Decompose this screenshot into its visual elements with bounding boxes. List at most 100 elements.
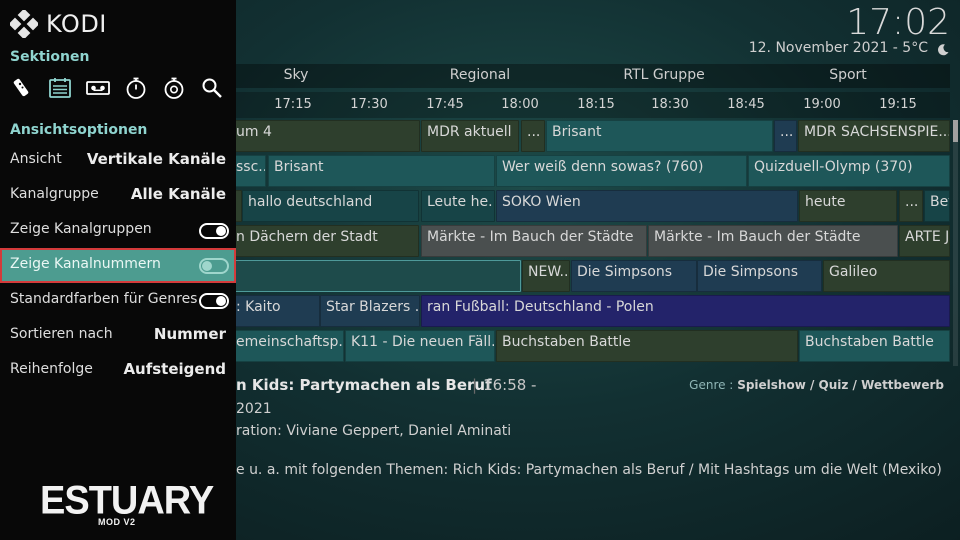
genre-label: Genre : — [689, 378, 734, 392]
option-label: Standardfarben für Genres — [10, 291, 198, 307]
epg-programme[interactable]: ... — [521, 120, 545, 152]
genre-value: Spielshow / Quiz / Wettbewerb — [737, 378, 944, 392]
toggle-switch-on[interactable] — [199, 223, 229, 239]
timeline-label: 17:30 — [350, 97, 388, 112]
option-show-channel-groups[interactable]: Zeige Kanalgruppen — [0, 213, 236, 248]
channel-group-label[interactable]: Sky — [284, 67, 309, 83]
epg-programme[interactable]: MDR SACHSENSPIE... — [798, 120, 950, 152]
option-value: Vertikale Kanäle — [86, 150, 226, 168]
epg-programme[interactable]: Märkte - Im Bauch der Städte — [648, 225, 898, 257]
epg-programme[interactable]: n Dächern der Stadt — [236, 225, 419, 257]
timeline-label: 18:30 — [651, 97, 689, 112]
epg-grid: um 4 MDR aktuell ... Brisant ... MDR SAC… — [236, 120, 950, 366]
epg-programme[interactable]: ... — [899, 190, 923, 222]
toggle-knob — [216, 296, 226, 306]
epg-programme[interactable]: ssc... — [236, 155, 266, 187]
epg-programme[interactable]: Wer weiß denn sowas? (760) — [496, 155, 747, 187]
option-label: Kanalgruppe — [10, 186, 99, 202]
option-label: Reihenfolge — [10, 361, 93, 377]
epg-programme[interactable]: Bet — [924, 190, 950, 222]
sections-heading: Sektionen — [10, 49, 90, 65]
option-value: Aufsteigend — [123, 360, 226, 378]
option-channel-group[interactable]: Kanalgruppe Alle Kanäle — [0, 178, 236, 213]
estuary-skin-logo: ESTUARY MOD V2 — [40, 479, 214, 527]
epg-programme[interactable]: Die Simpsons — [571, 260, 697, 292]
epg-programme-selected[interactable] — [236, 260, 521, 292]
option-value: Alle Kanäle — [130, 185, 226, 203]
timeline-label: 18:00 — [501, 97, 539, 112]
channel-group-bar: Sky Regional RTL Gruppe Sport — [236, 64, 950, 88]
epg-scrollbar-thumb[interactable] — [953, 120, 958, 142]
epg-programme[interactable]: Quizduell-Olymp (370) — [748, 155, 950, 187]
epg-programme[interactable]: Brisant — [546, 120, 773, 152]
epg-programme[interactable]: Star Blazers ... — [320, 295, 420, 327]
guide-icon[interactable] — [48, 76, 72, 100]
timeline-label: 19:00 — [803, 97, 841, 112]
option-label: Sortieren nach — [10, 326, 113, 342]
toggle-switch-off[interactable] — [199, 258, 229, 274]
epg-programme[interactable]: ARTE Jo — [899, 225, 950, 257]
estuary-logo-sub: MOD V2 — [98, 517, 136, 527]
option-default-genre-colors[interactable]: Standardfarben für Genres — [0, 283, 236, 318]
programme-time: |16:58 - 18 — [472, 376, 538, 394]
channel-group-label[interactable]: Regional — [450, 67, 510, 83]
option-order[interactable]: Reihenfolge Aufsteigend — [0, 353, 236, 388]
search-icon[interactable] — [200, 76, 224, 100]
option-label: Ansicht — [10, 151, 62, 167]
epg-programme[interactable]: : Kaito — [236, 295, 320, 327]
epg-programme[interactable]: SOKO Wien — [496, 190, 798, 222]
view-options-heading: Ansichtsoptionen — [10, 122, 148, 138]
timeline-label: 18:15 — [577, 97, 615, 112]
weather-moon-icon — [937, 44, 949, 56]
option-sort-by[interactable]: Sortieren nach Nummer — [0, 318, 236, 353]
epg-programme[interactable]: ... — [774, 120, 797, 152]
epg-programme[interactable]: hallo deutschland — [242, 190, 419, 222]
channel-group-label[interactable]: Sport — [829, 67, 867, 83]
epg-programme[interactable]: Brisant — [268, 155, 495, 187]
timeline-label: 19:15 — [879, 97, 917, 112]
channel-group-label[interactable]: RTL Gruppe — [623, 67, 704, 83]
kodi-logo-icon — [10, 10, 38, 38]
programme-year: 2021 — [236, 401, 272, 417]
epg-programme[interactable]: MDR aktuell — [421, 120, 519, 152]
kodi-logo: KODI — [10, 10, 107, 38]
remote-icon[interactable] — [10, 76, 34, 100]
epg-programme[interactable]: Märkte - Im Bauch der Städte — [421, 225, 647, 257]
epg-programme[interactable]: Leute he... — [421, 190, 495, 222]
clock: 17:02 — [846, 2, 950, 43]
programme-cast: ration: Viviane Geppert, Daniel Aminati — [236, 423, 512, 439]
timeline-bar: 17:15 17:30 17:45 18:00 18:15 18:30 18:4… — [236, 92, 950, 118]
option-value: Nummer — [153, 325, 226, 343]
epg-programme[interactable]: Buchstaben Battle — [496, 330, 798, 362]
side-panel: KODI Sektionen Ansichtsoptionen Ansicht … — [0, 0, 236, 540]
epg-programme[interactable]: um 4 — [236, 120, 420, 152]
epg-programme[interactable]: ran Fußball: Deutschland - Polen — [421, 295, 950, 327]
recordings-icon[interactable] — [86, 76, 110, 100]
timer-icon[interactable] — [124, 76, 148, 100]
timeline-label: 17:15 — [274, 97, 312, 112]
epg-programme[interactable]: emeinschaftsp... — [236, 330, 344, 362]
epg-programme[interactable]: Buchstaben Battle — [799, 330, 950, 362]
epg-programme[interactable]: Die Simpsons — [697, 260, 822, 292]
timeline-label: 17:45 — [426, 97, 464, 112]
toggle-switch-on[interactable] — [199, 293, 229, 309]
epg-programme[interactable]: NEW... — [522, 260, 570, 292]
epg-scrollbar[interactable] — [953, 120, 958, 366]
option-label: Zeige Kanalgruppen — [10, 221, 152, 237]
epg-programme[interactable]: heute — [799, 190, 897, 222]
kodi-logo-text: KODI — [46, 10, 107, 38]
option-label: Zeige Kanalnummern — [10, 256, 161, 272]
toggle-knob — [216, 226, 226, 236]
epg-programme[interactable]: Galileo — [823, 260, 950, 292]
timeline-label: 18:45 — [727, 97, 765, 112]
programme-genre: Genre : Spielshow / Quiz / Wettbewerb — [689, 378, 944, 392]
programme-time-value: 16:58 - 18 — [483, 376, 538, 394]
option-view[interactable]: Ansicht Vertikale Kanäle — [0, 143, 236, 178]
option-show-channel-numbers[interactable]: Zeige Kanalnummern — [0, 248, 236, 283]
epg-programme[interactable]: K11 - Die neuen Fäll... — [345, 330, 495, 362]
date-weather: 12. November 2021 - 5°C — [748, 40, 928, 56]
timer-rules-icon[interactable] — [162, 76, 186, 100]
toggle-knob — [202, 261, 212, 271]
section-icons-row — [10, 76, 226, 102]
programme-plot: e u. a. mit folgenden Themen: Rich Kids:… — [236, 462, 942, 478]
